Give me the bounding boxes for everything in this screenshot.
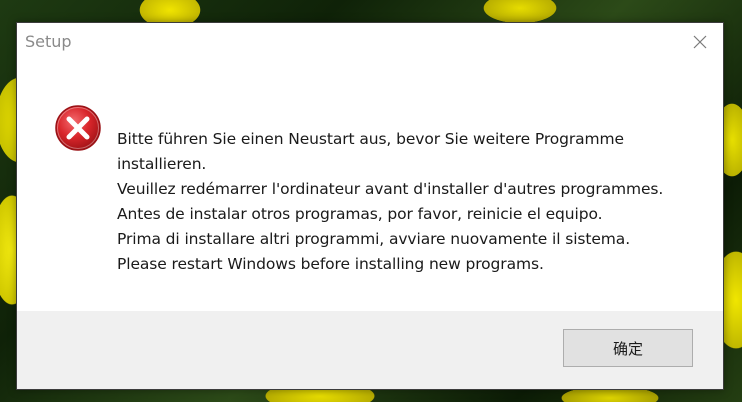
window-title: Setup	[25, 32, 72, 51]
close-icon	[693, 35, 707, 49]
message-line: Veuillez redémarrer l'ordinateur avant d…	[117, 180, 664, 198]
message-line: Antes de instalar otros programas, por f…	[117, 205, 603, 223]
error-icon	[55, 105, 101, 151]
message-line: installieren.	[117, 155, 207, 173]
title-bar: Setup	[17, 23, 723, 61]
desktop-background: Setup Bitte führen Sie einen Neustart au…	[0, 0, 742, 402]
setup-dialog: Setup Bitte führen Sie einen Neustart au…	[16, 22, 724, 390]
dialog-content: Bitte führen Sie einen Neustart aus, bev…	[17, 61, 723, 311]
message-text: Bitte führen Sie einen Neustart aus, bev…	[117, 127, 707, 277]
message-line: Please restart Windows before installing…	[117, 255, 544, 273]
message-line: Prima di installare altri programmi, avv…	[117, 230, 631, 248]
message-line: Bitte führen Sie einen Neustart aus, bev…	[117, 130, 624, 148]
close-button[interactable]	[677, 23, 723, 61]
ok-button[interactable]: 确定	[563, 329, 693, 367]
dialog-footer: 确定	[17, 311, 723, 389]
